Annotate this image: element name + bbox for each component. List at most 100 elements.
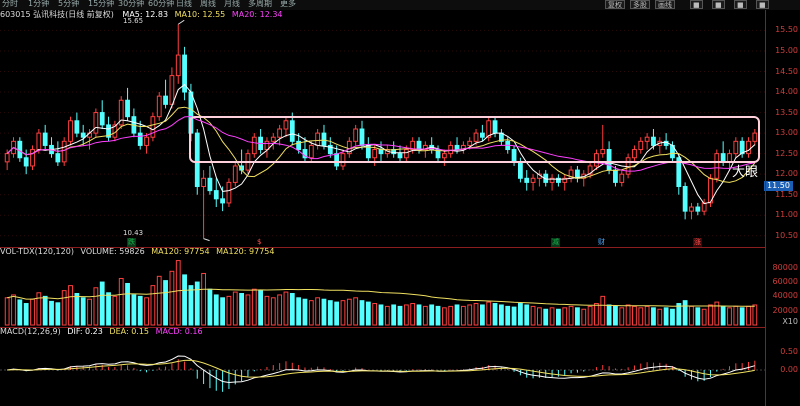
volume-bar — [207, 288, 213, 326]
close-icon[interactable]: ■ — [756, 0, 769, 9]
period-tab[interactable]: 60分钟 — [148, 0, 174, 9]
volume-bar — [372, 303, 378, 326]
macd-chart[interactable] — [0, 330, 765, 406]
volume-bar — [346, 298, 352, 326]
volume-bar — [23, 303, 29, 326]
volume-bar — [68, 285, 73, 326]
volume-bar — [182, 274, 187, 326]
volume-bar — [505, 305, 511, 326]
volume-bar — [163, 280, 168, 326]
period-tab[interactable]: 1分钟 — [28, 0, 49, 9]
toolbar-button[interactable]: 复权 — [605, 0, 625, 9]
candle-body — [226, 181, 232, 204]
toolbar-button[interactable]: 多股 — [630, 0, 650, 9]
volume-bar — [232, 291, 238, 326]
volume-bar — [682, 300, 688, 326]
dif-line — [7, 355, 755, 384]
volume-bar — [327, 300, 333, 326]
volume-bar — [435, 305, 441, 326]
candle-body — [150, 116, 156, 138]
menu-icon[interactable]: ■ — [734, 0, 747, 9]
box-icon[interactable]: ■ — [712, 0, 725, 9]
candle-body — [530, 177, 536, 183]
period-tab[interactable]: 15分钟 — [88, 0, 114, 9]
low-price-label: 10.43 — [123, 229, 144, 237]
volume-bar — [448, 305, 454, 326]
volume-bar — [55, 302, 61, 326]
volume-bar — [239, 293, 245, 326]
low-connector — [203, 238, 210, 242]
price-tick: 13.00 — [775, 128, 798, 138]
candle-body — [517, 161, 523, 179]
period-tab[interactable]: 5分钟 — [58, 0, 79, 9]
volume-bar — [270, 297, 276, 326]
toolbar-button[interactable]: 画线 — [655, 0, 675, 9]
volume-bar — [226, 295, 232, 326]
volume-bar — [644, 305, 650, 326]
volume-bar — [125, 282, 130, 326]
candle-body — [163, 95, 168, 105]
volume-bar — [302, 298, 308, 326]
candle-body — [613, 169, 618, 183]
period-tab[interactable]: 多周期 — [248, 0, 272, 9]
event-marker: 财 — [597, 238, 606, 247]
volume-bar — [619, 307, 625, 326]
volume-tick: 20000 — [772, 305, 798, 315]
current-price-marker: 11.50 — [764, 181, 793, 191]
volume-bar — [625, 304, 631, 326]
volume-bar — [245, 294, 251, 326]
volume-bar — [30, 298, 35, 326]
volume-bar — [638, 307, 644, 326]
candle-body — [125, 99, 130, 118]
volume-bar — [99, 281, 105, 326]
high-connector — [177, 19, 185, 25]
volume-bar — [277, 294, 283, 326]
volume-bar — [80, 297, 86, 326]
event-marker: $ — [256, 238, 263, 247]
period-tab[interactable]: 月线 — [224, 0, 240, 9]
candle-body — [524, 177, 530, 183]
volume-bar — [543, 308, 549, 326]
gear-icon[interactable]: ■ — [690, 0, 703, 9]
volume-bar — [663, 307, 669, 326]
volume-bar — [695, 307, 701, 326]
period-tab[interactable]: 周线 — [200, 0, 216, 9]
high-price-label: 15.65 — [123, 17, 144, 25]
volume-bar — [422, 305, 428, 326]
volume-bar — [537, 307, 542, 326]
volume-bar — [74, 293, 80, 326]
volume-bar — [498, 304, 504, 326]
price-tick: 14.00 — [775, 87, 798, 97]
candle-body — [93, 112, 99, 134]
period-tab[interactable]: 更多 — [280, 0, 296, 9]
volume-bar — [441, 307, 447, 326]
volume-bar — [752, 304, 758, 326]
candle-body — [42, 132, 48, 146]
candle-body — [213, 190, 219, 200]
candle-body — [99, 112, 105, 126]
period-tab[interactable]: 日线 — [176, 0, 192, 9]
price-tick: 11.00 — [775, 210, 798, 220]
volume-tick: 60000 — [772, 277, 798, 287]
macd-tick: 0.50 — [780, 347, 798, 356]
volume-bar — [296, 297, 302, 326]
period-tab[interactable]: 分时 — [2, 0, 18, 9]
volume-bar — [365, 301, 371, 326]
volume-bar — [594, 303, 599, 326]
volume-bar — [689, 305, 694, 326]
volume-bar — [486, 301, 492, 326]
volume-bar — [4, 297, 10, 326]
candle-body — [61, 140, 67, 163]
volume-bar — [61, 290, 67, 326]
candle-body — [80, 132, 86, 138]
volume-bar — [150, 285, 156, 326]
volume-bar — [720, 305, 726, 326]
candle-body — [220, 198, 225, 204]
volume-chart[interactable] — [0, 249, 765, 327]
volume-bar — [194, 281, 200, 326]
volume-bar — [587, 305, 593, 326]
candle-body — [17, 140, 23, 159]
period-tab[interactable]: 30分钟 — [118, 0, 144, 9]
volume-bar — [359, 300, 365, 326]
volume-bar — [42, 295, 48, 326]
